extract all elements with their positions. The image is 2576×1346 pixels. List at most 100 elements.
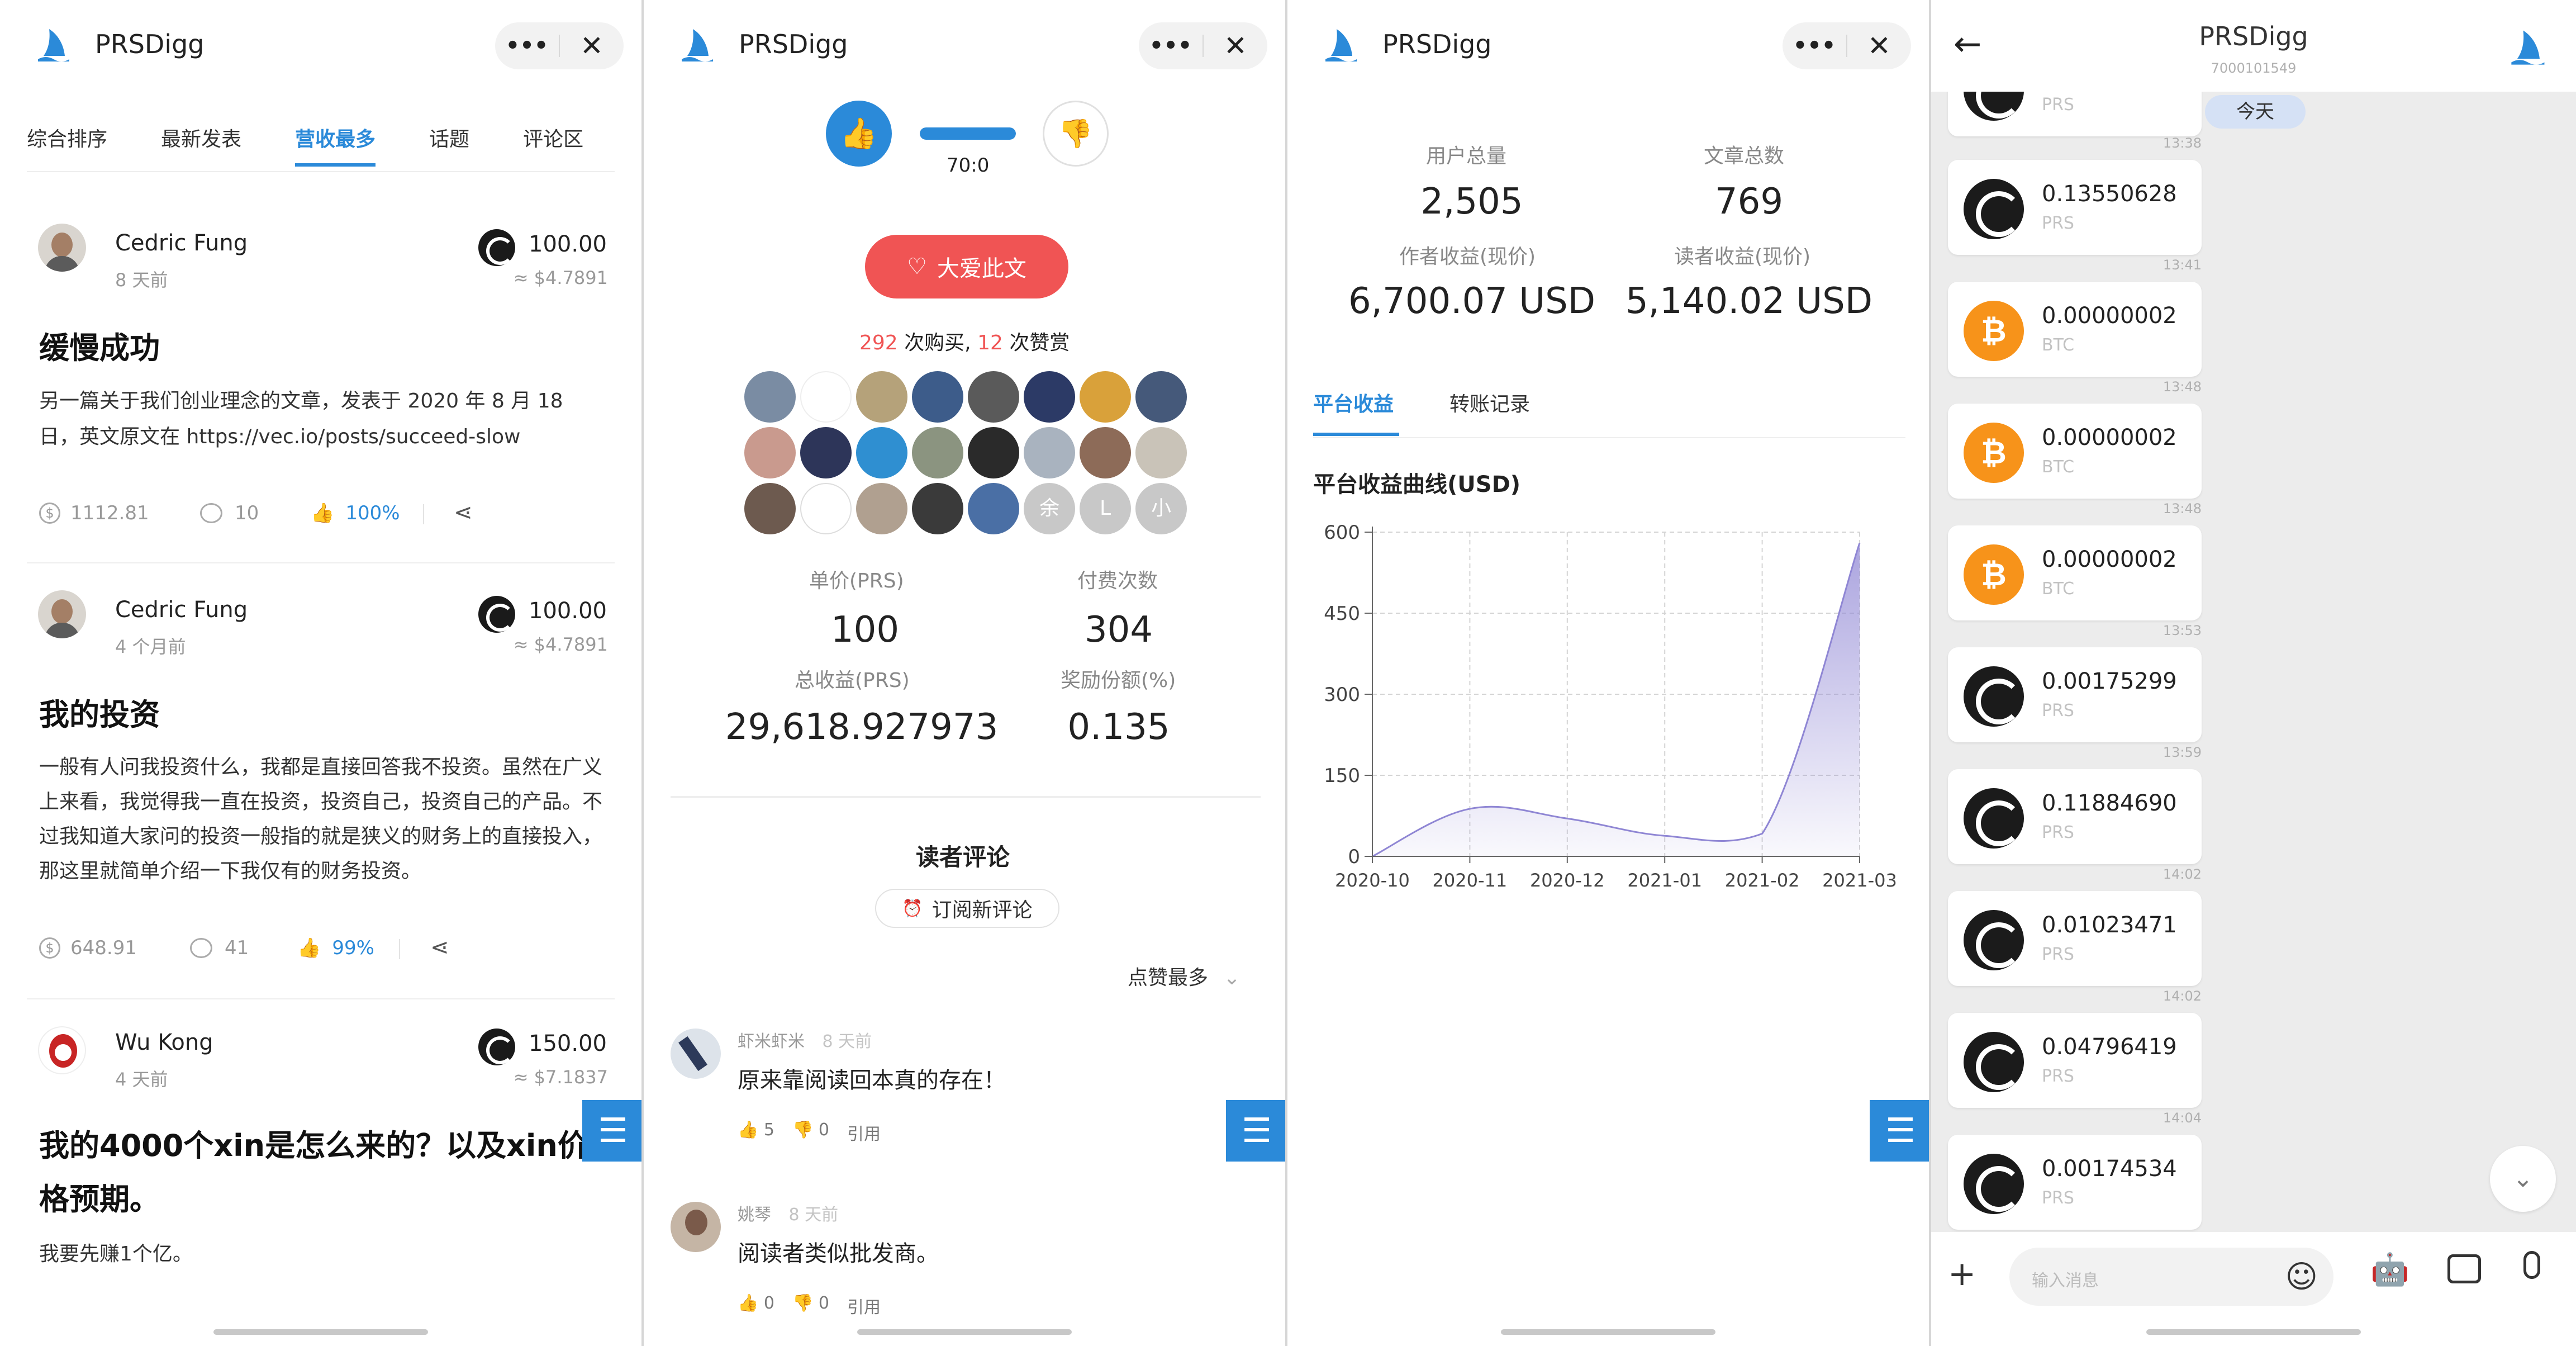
buyer-avatar[interactable] bbox=[912, 427, 963, 478]
comment-like-button[interactable]: 👍 0 bbox=[738, 1293, 774, 1318]
author-avatar[interactable] bbox=[38, 1026, 86, 1074]
commenter-name[interactable]: 虾米虾米 8 天前 bbox=[738, 1027, 872, 1052]
sort-dropdown[interactable]: 点赞最多 ⌄ bbox=[1128, 961, 1241, 990]
buyer-avatar[interactable] bbox=[744, 427, 796, 478]
comment-like-button[interactable]: 👍 5 bbox=[738, 1120, 774, 1145]
close-icon[interactable]: ✕ bbox=[1204, 22, 1267, 69]
buyer-avatar[interactable] bbox=[744, 483, 796, 534]
transfer-message[interactable]: ₿ 0.00000002 BTC 13:48 bbox=[1948, 379, 2202, 499]
close-icon[interactable]: ✕ bbox=[1847, 22, 1911, 69]
comment-dislike-button[interactable]: 👎 0 bbox=[792, 1120, 829, 1145]
tab-latest[interactable]: 最新发表 bbox=[161, 123, 241, 152]
tab-transfer-records[interactable]: 转账记录 bbox=[1449, 388, 1530, 417]
buyer-avatar[interactable]: 小 bbox=[1135, 483, 1187, 534]
buyer-avatar[interactable] bbox=[856, 427, 907, 478]
buyer-avatar[interactable] bbox=[1135, 427, 1187, 478]
author-avatar[interactable] bbox=[38, 224, 86, 272]
transfer-message[interactable]: 0.11884690 PRS 13:59 bbox=[1948, 745, 2202, 864]
prsdigg-bot-avatar-icon[interactable] bbox=[2508, 25, 2550, 69]
transfer-message[interactable]: 0.01023471 PRS 14:02 bbox=[1948, 866, 2202, 986]
emoji-icon[interactable]: ☺ bbox=[2285, 1259, 2318, 1295]
more-options-icon[interactable]: ••• bbox=[1139, 22, 1203, 69]
microphone-icon[interactable] bbox=[2523, 1251, 2540, 1279]
transfer-message[interactable]: ₿ 0.00000002 BTC 13:48 bbox=[1948, 501, 2202, 620]
subscribe-comments-button[interactable]: ⏰ 订阅新评论 bbox=[875, 889, 1059, 928]
author-name[interactable]: Cedric Fung bbox=[115, 597, 248, 623]
article-card[interactable]: Cedric Fung 8 天前 100.00 ≈ $4.7891 缓慢成功 另… bbox=[0, 207, 641, 565]
buyer-avatar[interactable] bbox=[800, 371, 852, 423]
like-ratio[interactable]: 👍 99% bbox=[297, 937, 374, 959]
transfer-message[interactable]: 0.00174534 PRS 14:04 bbox=[1948, 1110, 2202, 1230]
buyer-avatar[interactable] bbox=[800, 483, 852, 534]
message-currency: BTC bbox=[2042, 579, 2075, 599]
buyer-avatar[interactable] bbox=[1135, 371, 1187, 423]
tab-platform-revenue[interactable]: 平台收益 bbox=[1313, 388, 1394, 417]
love-article-button[interactable]: ♡ 大爱此文 bbox=[865, 235, 1068, 298]
comment-dislike-count: 0 bbox=[818, 1120, 829, 1140]
purchase-summary: 292 次购买, 12 次赞赏 bbox=[859, 326, 1070, 356]
buyer-avatar[interactable] bbox=[744, 371, 796, 423]
buyer-avatar[interactable] bbox=[856, 483, 907, 534]
author-avatar[interactable] bbox=[38, 590, 86, 638]
transfer-message[interactable]: 0.13550628 PRS 13:38 bbox=[1948, 135, 2202, 255]
comment-quote-button[interactable]: 引用 bbox=[847, 1120, 881, 1145]
author-name[interactable]: Wu Kong bbox=[115, 1030, 213, 1055]
buyer-avatar[interactable] bbox=[1080, 371, 1131, 423]
x-tick-label: 2021-01 bbox=[1627, 870, 1702, 891]
message-input[interactable]: 输入消息 ☺ bbox=[2009, 1248, 2333, 1306]
buyer-avatar[interactable] bbox=[856, 371, 907, 423]
commenter-avatar[interactable] bbox=[671, 1029, 721, 1079]
transfer-message[interactable]: PRS bbox=[1948, 92, 2202, 136]
close-icon[interactable]: ✕ bbox=[560, 22, 624, 69]
tab-topics[interactable]: 话题 bbox=[429, 123, 469, 152]
buyer-avatar[interactable] bbox=[1080, 427, 1131, 478]
article-title[interactable]: 我的投资 bbox=[39, 690, 160, 734]
mini-program-capsule: ••• ✕ bbox=[1139, 22, 1267, 69]
tab-comprehensive[interactable]: 综合排序 bbox=[27, 123, 107, 152]
buyer-avatar[interactable]: L bbox=[1080, 483, 1131, 534]
buyer-avatar[interactable]: 余 bbox=[1024, 483, 1075, 534]
article-card[interactable]: Wu Kong 4 天前 150.00 ≈ $7.1837 我的4000个xin… bbox=[0, 1010, 641, 1300]
buyer-avatar[interactable] bbox=[912, 371, 963, 423]
article-title[interactable]: 我的4000个xin是怎么来的？以及xin价格预期。 bbox=[39, 1119, 598, 1226]
transfer-message[interactable]: 0.00175299 PRS 13:53 bbox=[1948, 623, 2202, 742]
upvote-button[interactable]: 👍 bbox=[826, 101, 892, 167]
transfer-message[interactable]: 0.04796419 PRS 14:02 bbox=[1948, 988, 2202, 1108]
like-ratio-value: 99% bbox=[332, 937, 374, 959]
buyer-avatar[interactable] bbox=[1024, 427, 1075, 478]
buyer-avatar[interactable] bbox=[912, 483, 963, 534]
commenter-avatar[interactable] bbox=[671, 1202, 721, 1252]
comment-count[interactable]: 10 bbox=[200, 502, 259, 524]
menu-fab-button[interactable]: ☰ bbox=[1226, 1100, 1285, 1162]
buyer-avatar[interactable] bbox=[968, 371, 1019, 423]
share-icon[interactable]: ⋖ bbox=[454, 500, 473, 525]
commenter-name[interactable]: 姚琴 8 天前 bbox=[738, 1201, 838, 1225]
buyer-avatar[interactable] bbox=[968, 483, 1019, 534]
message-currency: PRS bbox=[2042, 1067, 2074, 1086]
tab-top-revenue[interactable]: 营收最多 bbox=[295, 123, 376, 167]
more-options-icon[interactable]: ••• bbox=[495, 22, 559, 69]
image-icon[interactable] bbox=[2447, 1254, 2481, 1283]
comment-quote-button[interactable]: 引用 bbox=[847, 1293, 881, 1318]
article-card[interactable]: Cedric Fung 4 个月前 100.00 ≈ $4.7891 我的投资 … bbox=[0, 574, 641, 998]
comment-count[interactable]: 41 bbox=[190, 937, 249, 959]
article-title[interactable]: 缓慢成功 bbox=[39, 323, 160, 367]
menu-fab-button[interactable]: ☰ bbox=[582, 1100, 641, 1162]
menu-fab-button[interactable]: ☰ bbox=[1870, 1100, 1929, 1162]
buyer-avatar[interactable] bbox=[968, 427, 1019, 478]
share-icon[interactable]: ⋖ bbox=[430, 935, 449, 960]
paid-count-value: 304 bbox=[1084, 609, 1153, 651]
author-name[interactable]: Cedric Fung bbox=[115, 230, 248, 256]
bot-icon[interactable]: 🤖 bbox=[2370, 1251, 2409, 1288]
buyer-avatar[interactable] bbox=[800, 427, 852, 478]
comment-dislike-button[interactable]: 👎 0 bbox=[792, 1293, 829, 1318]
downvote-button[interactable]: 👎 bbox=[1043, 101, 1109, 167]
tab-comments[interactable]: 评论区 bbox=[523, 123, 583, 152]
scroll-to-bottom-button[interactable]: ⌄ bbox=[2490, 1146, 2556, 1212]
transfer-message[interactable]: ₿ 0.00000002 BTC 13:41 bbox=[1948, 257, 2202, 377]
like-ratio[interactable]: 👍 100% bbox=[311, 502, 400, 524]
add-attachment-icon[interactable]: + bbox=[1948, 1254, 1976, 1293]
more-options-icon[interactable]: ••• bbox=[1783, 22, 1846, 69]
buyer-avatar[interactable] bbox=[1024, 371, 1075, 423]
message-amount: 0.13550628 bbox=[2042, 181, 2177, 207]
